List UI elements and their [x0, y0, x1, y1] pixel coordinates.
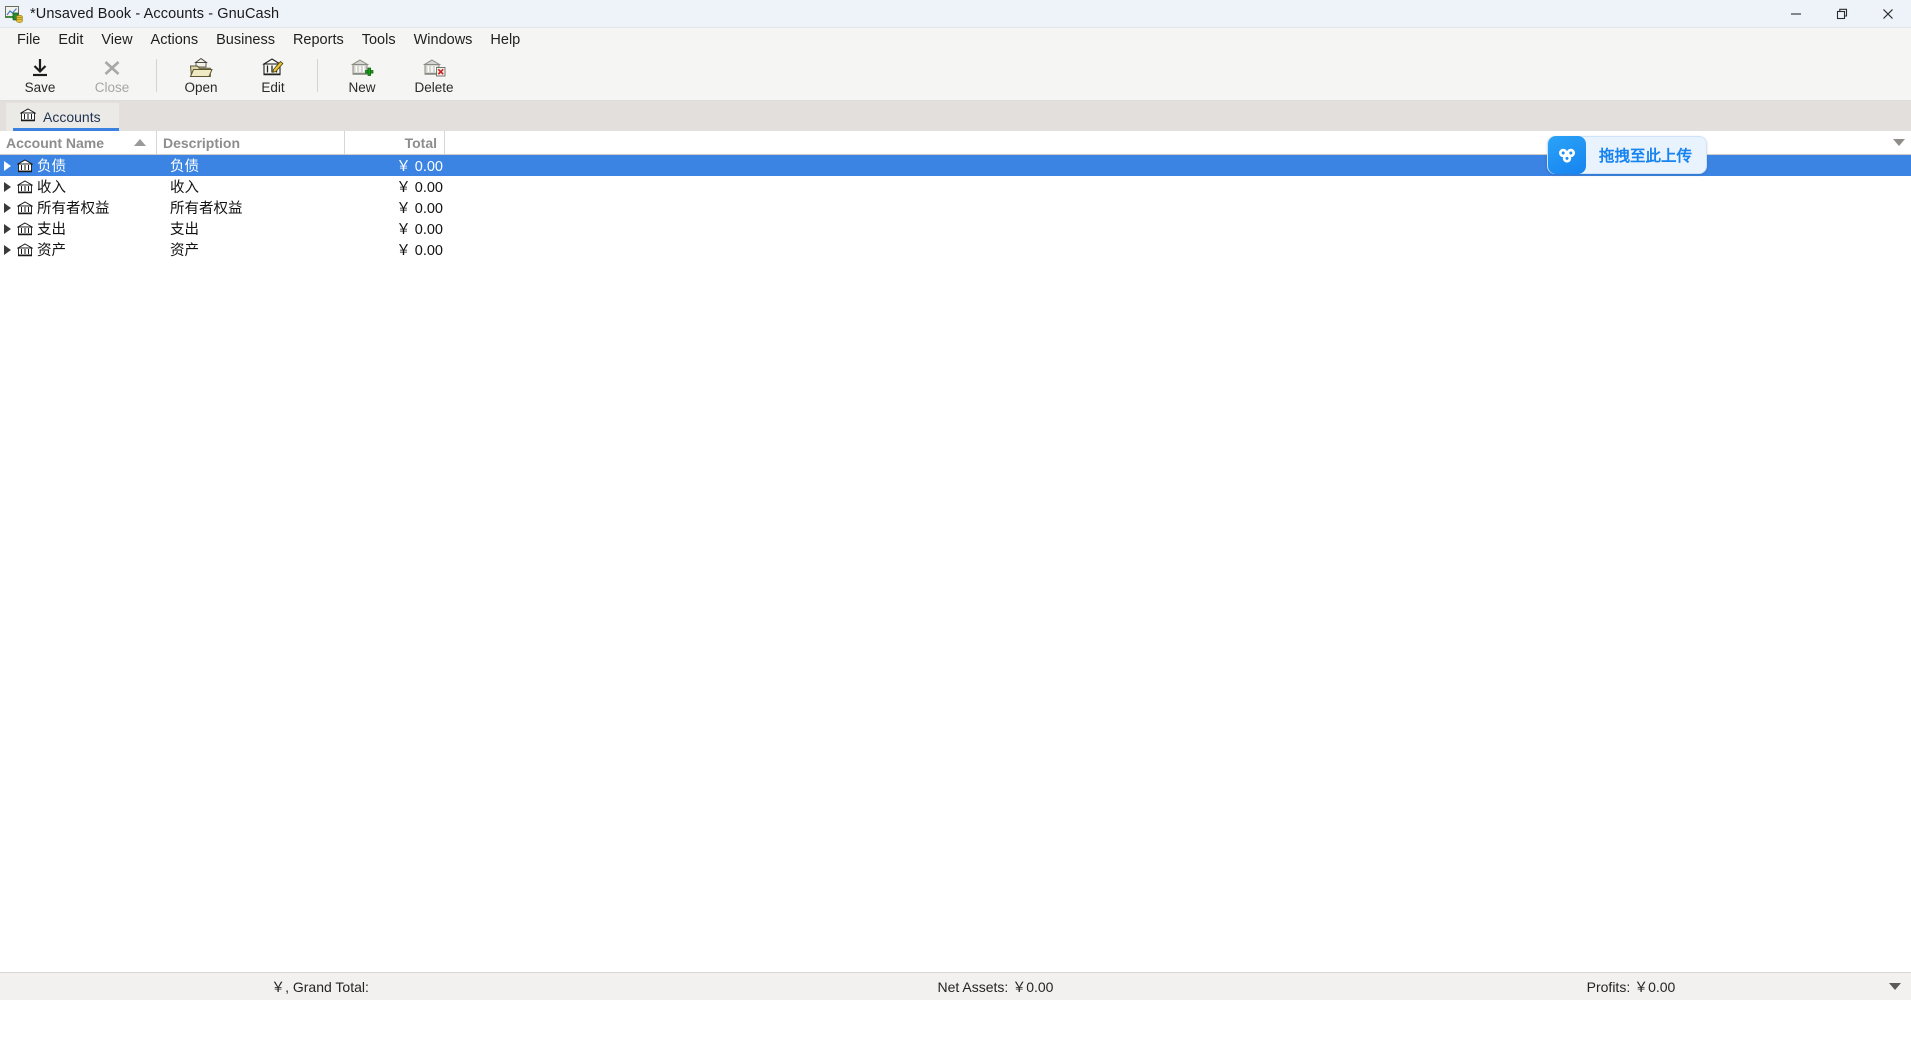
bank-icon [16, 179, 33, 194]
account-name-label: 所有者权益 [37, 201, 110, 217]
menu-actions[interactable]: Actions [142, 30, 208, 50]
open-button-label: Open [184, 80, 218, 95]
account-description-cell: 收入 [170, 180, 199, 196]
table-row[interactable]: 所有者权益 所有者权益 ￥ 0.00 [0, 197, 1911, 218]
menu-reports[interactable]: Reports [284, 30, 353, 50]
expand-triangle-icon[interactable] [4, 202, 11, 213]
account-name-label: 支出 [37, 222, 66, 238]
menu-help[interactable]: Help [481, 30, 529, 50]
account-description-cell: 支出 [170, 222, 199, 238]
new-account-icon [348, 56, 376, 80]
column-options-button[interactable] [1893, 131, 1905, 154]
close-x-icon [98, 56, 126, 80]
chevron-down-icon [1889, 983, 1901, 990]
status-bar: ￥, Grand Total: Net Assets: ￥0.00 Profit… [0, 972, 1911, 1000]
account-name-cell: 资产 [0, 239, 157, 260]
sort-ascending-icon [134, 139, 146, 146]
edit-button-label: Edit [261, 80, 285, 95]
delete-button-label: Delete [414, 80, 454, 95]
gnucash-icon [5, 5, 23, 23]
toolbar-separator-1 [156, 59, 157, 92]
menu-edit[interactable]: Edit [49, 30, 92, 50]
chevron-down-icon [1893, 139, 1905, 146]
menu-windows[interactable]: Windows [405, 30, 482, 50]
new-button-label: New [348, 80, 376, 95]
window-controls [1773, 0, 1911, 28]
save-button-label: Save [24, 80, 56, 95]
table-row[interactable]: 收入 收入 ￥ 0.00 [0, 176, 1911, 197]
drag-to-upload-label: 拖拽至此上传 [1599, 148, 1693, 165]
account-description-cell: 负债 [170, 159, 199, 175]
account-tree: 负债 负债 ￥ 0.00 收入 收入 ￥ 0.00 所有者权益 所有者权益 ￥ … [0, 155, 1911, 972]
column-header-account-name-label: Account Name [6, 134, 105, 151]
status-net-assets: Net Assets: ￥0.00 [937, 978, 1054, 995]
status-grand-total: ￥, Grand Total: [271, 978, 369, 995]
baidu-netdisk-cloud-icon [1548, 136, 1586, 174]
account-name-cell: 支出 [0, 218, 157, 239]
column-header-total-label: Total [404, 134, 437, 151]
expand-triangle-icon[interactable] [4, 181, 11, 192]
minimize-button[interactable] [1773, 0, 1819, 28]
tab-accounts[interactable]: Accounts [6, 103, 119, 131]
table-row[interactable]: 支出 支出 ￥ 0.00 [0, 218, 1911, 239]
menu-business[interactable]: Business [207, 30, 284, 50]
account-total-cell: ￥ 0.00 [396, 180, 443, 196]
table-row[interactable]: 资产 资产 ￥ 0.00 [0, 239, 1911, 260]
bank-icon [16, 158, 33, 173]
column-header-description[interactable]: Description [157, 131, 345, 154]
account-description-cell: 所有者权益 [170, 201, 243, 217]
save-download-icon [26, 56, 54, 80]
close-button-label: Close [94, 80, 130, 95]
tab-strip: Accounts [0, 101, 1911, 131]
account-name-cell: 负债 [0, 155, 157, 176]
title-bar: *Unsaved Book - Accounts - GnuCash [0, 0, 1911, 28]
close-button-toolbar[interactable]: Close [76, 51, 148, 100]
toolbar-separator-2 [317, 59, 318, 92]
close-button[interactable] [1865, 0, 1911, 28]
restore-button[interactable] [1819, 0, 1865, 28]
edit-button[interactable]: Edit [237, 51, 309, 100]
expand-triangle-icon[interactable] [4, 223, 11, 234]
account-total-cell: ￥ 0.00 [396, 201, 443, 217]
column-header-description-label: Description [163, 134, 241, 151]
bank-icon [16, 221, 33, 236]
expand-triangle-icon[interactable] [4, 244, 11, 255]
save-button[interactable]: Save [4, 51, 76, 100]
account-name-label: 负债 [37, 159, 66, 175]
open-folder-icon [187, 56, 215, 80]
menu-file[interactable]: File [8, 30, 49, 50]
new-button[interactable]: New [326, 51, 398, 100]
menu-bar: File Edit View Actions Business Reports … [0, 28, 1911, 51]
delete-button[interactable]: Delete [398, 51, 470, 100]
bank-icon [19, 107, 37, 127]
account-total-cell: ￥ 0.00 [396, 159, 443, 175]
column-header-account-name[interactable]: Account Name [0, 131, 157, 154]
tab-accounts-label: Accounts [43, 109, 101, 125]
bank-icon [16, 242, 33, 257]
column-header-total[interactable]: Total [345, 131, 445, 154]
account-description-cell: 资产 [170, 243, 199, 259]
open-button[interactable]: Open [165, 51, 237, 100]
account-name-cell: 所有者权益 [0, 197, 157, 218]
drag-to-upload-widget[interactable]: 拖拽至此上传 [1547, 136, 1708, 174]
account-total-cell: ￥ 0.00 [396, 243, 443, 259]
delete-account-icon [420, 56, 448, 80]
account-name-label: 资产 [37, 243, 66, 259]
toolbar: Save Close Open Edit New Delete [0, 51, 1911, 101]
status-bar-dropdown-button[interactable] [1889, 973, 1901, 1000]
edit-account-icon [259, 56, 287, 80]
expand-triangle-icon[interactable] [4, 160, 11, 171]
menu-view[interactable]: View [92, 30, 141, 50]
account-total-cell: ￥ 0.00 [396, 222, 443, 238]
account-name-label: 收入 [37, 180, 66, 196]
bank-icon [16, 200, 33, 215]
account-name-cell: 收入 [0, 176, 157, 197]
status-profits: Profits: ￥0.00 [1586, 978, 1676, 995]
window-title: *Unsaved Book - Accounts - GnuCash [30, 5, 280, 22]
menu-tools[interactable]: Tools [353, 30, 405, 50]
